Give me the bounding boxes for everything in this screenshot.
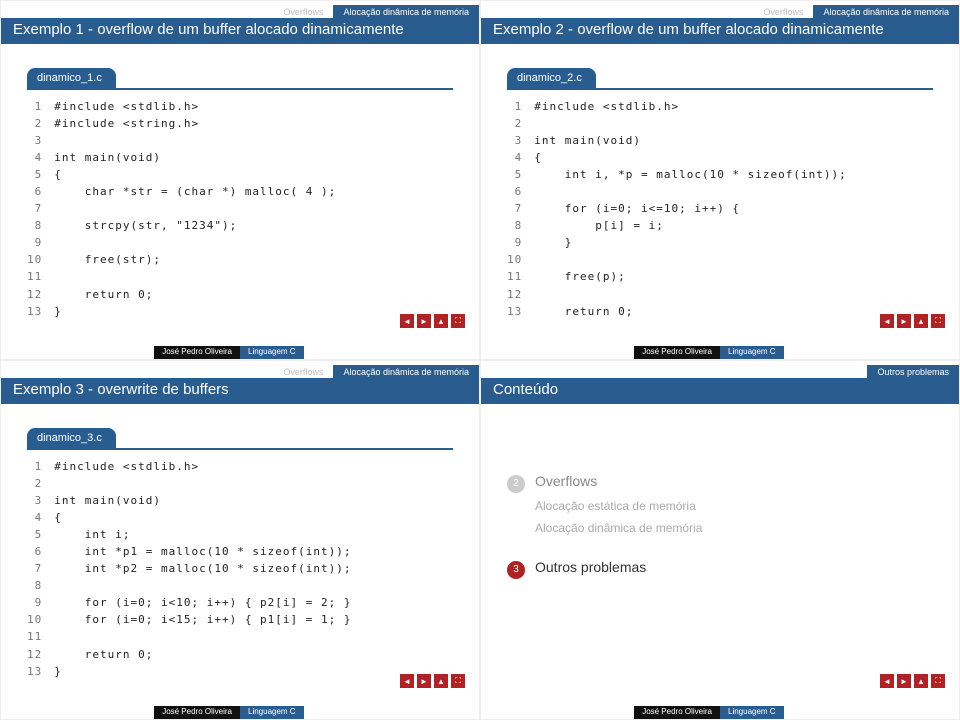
tab-overflows[interactable]: Overflows: [273, 365, 333, 378]
tab-alloc-dynamic[interactable]: Alocação dinâmica de memória: [813, 5, 959, 18]
toc-num-3: 3: [507, 561, 525, 579]
slide-1: Overflows Alocação dinâmica de memória E…: [0, 0, 480, 360]
nav-up-icon[interactable]: ▲: [434, 314, 448, 328]
nav-up-icon[interactable]: ▲: [434, 674, 448, 688]
nav-up-icon[interactable]: ▲: [914, 674, 928, 688]
toc-num-2: 2: [507, 475, 525, 493]
toc-sub-dynamic[interactable]: Alocação dinâmica de memória: [535, 517, 933, 540]
footer: José Pedro Oliveira Linguagem C: [1, 706, 479, 719]
file-label: dinamico_3.c: [27, 428, 116, 448]
slide-2: Overflows Alocação dinâmica de memória E…: [480, 0, 960, 360]
code-block: 1 2 3 4 5 6 7 8 9 10 11 12 13 #include <…: [27, 98, 453, 320]
nav-full-icon[interactable]: ⛶: [931, 674, 945, 688]
footer-course: Linguagem C: [240, 706, 304, 719]
slide-title: Conteúdo: [481, 378, 959, 404]
tab-outros[interactable]: Outros problemas: [867, 365, 959, 378]
file-rule: [507, 88, 933, 90]
tab-alloc-dynamic[interactable]: Alocação dinâmica de memória: [333, 365, 479, 378]
code-text: #include <stdlib.h> #include <string.h> …: [54, 98, 336, 320]
slide-title: Exemplo 3 - overwrite de buffers: [1, 378, 479, 404]
line-numbers: 1 2 3 4 5 6 7 8 9 10 11 12 13: [27, 458, 54, 680]
nav-back-icon[interactable]: ◄: [400, 674, 414, 688]
section-tabs: Overflows Alocação dinâmica de memória: [1, 361, 479, 378]
nav-fwd-icon[interactable]: ►: [897, 674, 911, 688]
code-block: 1 2 3 4 5 6 7 8 9 10 11 12 13 #include <…: [507, 98, 933, 320]
code-block: 1 2 3 4 5 6 7 8 9 10 11 12 13 #include <…: [27, 458, 453, 680]
nav-icons: ◄ ► ▲ ⛶: [400, 674, 465, 688]
nav-back-icon[interactable]: ◄: [880, 314, 894, 328]
nav-back-icon[interactable]: ◄: [880, 674, 894, 688]
toc: 2 Overflows Alocação estática de memória…: [507, 468, 933, 581]
footer-author: José Pedro Oliveira: [154, 706, 240, 719]
footer: José Pedro Oliveira Linguagem C: [481, 346, 959, 359]
tab-overflows[interactable]: Overflows: [273, 5, 333, 18]
file-rule: [27, 448, 453, 450]
footer-author: José Pedro Oliveira: [634, 706, 720, 719]
footer: José Pedro Oliveira Linguagem C: [481, 706, 959, 719]
slide-title: Exemplo 2 - overflow de um buffer alocad…: [481, 18, 959, 44]
footer-course: Linguagem C: [240, 346, 304, 359]
footer-author: José Pedro Oliveira: [634, 346, 720, 359]
line-numbers: 1 2 3 4 5 6 7 8 9 10 11 12 13: [507, 98, 534, 320]
toc-item-outros[interactable]: 3 Outros problemas: [507, 554, 933, 581]
section-tabs: Outros problemas: [481, 361, 959, 378]
code-text: #include <stdlib.h> int main(void) { int…: [54, 458, 351, 680]
nav-fwd-icon[interactable]: ►: [897, 314, 911, 328]
footer-course: Linguagem C: [720, 346, 784, 359]
toc-label-overflows: Overflows: [535, 468, 597, 495]
nav-icons: ◄ ► ▲ ⛶: [400, 314, 465, 328]
section-tabs: Overflows Alocação dinâmica de memória: [481, 1, 959, 18]
toc-sub-static[interactable]: Alocação estática de memória: [535, 495, 933, 518]
toc-label-outros: Outros problemas: [535, 554, 646, 581]
line-numbers: 1 2 3 4 5 6 7 8 9 10 11 12 13: [27, 98, 54, 320]
nav-full-icon[interactable]: ⛶: [931, 314, 945, 328]
nav-up-icon[interactable]: ▲: [914, 314, 928, 328]
code-text: #include <stdlib.h> int main(void) { int…: [534, 98, 847, 320]
nav-full-icon[interactable]: ⛶: [451, 674, 465, 688]
slide-title: Exemplo 1 - overflow de um buffer alocad…: [1, 18, 479, 44]
footer-author: José Pedro Oliveira: [154, 346, 240, 359]
nav-icons: ◄ ► ▲ ⛶: [880, 314, 945, 328]
tab-alloc-dynamic[interactable]: Alocação dinâmica de memória: [333, 5, 479, 18]
section-tabs: Overflows Alocação dinâmica de memória: [1, 1, 479, 18]
file-label: dinamico_2.c: [507, 68, 596, 88]
slide-3: Overflows Alocação dinâmica de memória E…: [0, 360, 480, 720]
footer: José Pedro Oliveira Linguagem C: [1, 346, 479, 359]
nav-icons: ◄ ► ▲ ⛶: [880, 674, 945, 688]
nav-fwd-icon[interactable]: ►: [417, 674, 431, 688]
footer-course: Linguagem C: [720, 706, 784, 719]
file-label: dinamico_1.c: [27, 68, 116, 88]
tab-overflows[interactable]: Overflows: [753, 5, 813, 18]
file-rule: [27, 88, 453, 90]
slide-4: Outros problemas Conteúdo 2 Overflows Al…: [480, 360, 960, 720]
nav-fwd-icon[interactable]: ►: [417, 314, 431, 328]
nav-full-icon[interactable]: ⛶: [451, 314, 465, 328]
toc-item-overflows[interactable]: 2 Overflows: [507, 468, 933, 495]
nav-back-icon[interactable]: ◄: [400, 314, 414, 328]
